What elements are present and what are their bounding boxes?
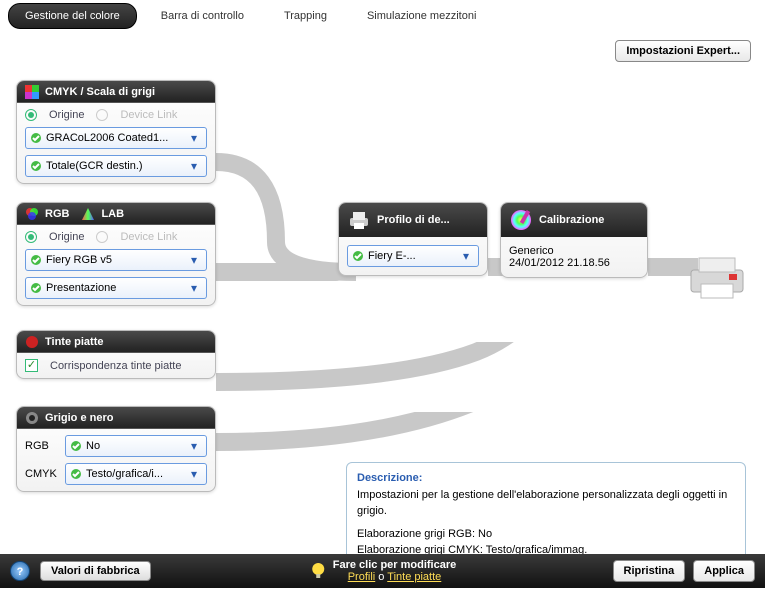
factory-defaults-button[interactable]: Valori di fabbrica (40, 561, 151, 581)
cmyk-origin-label: Origine (49, 109, 84, 121)
printer-icon (687, 252, 747, 302)
calibration-panel: Calibrazione Generico 24/01/2012 21.18.5… (500, 202, 648, 278)
chevron-down-icon: ▾ (186, 439, 202, 453)
gray-cmyk-dropdown[interactable]: Testo/grafica/i... ▾ (65, 463, 207, 485)
description-line: Impostazioni per la gestione dell'elabor… (357, 488, 735, 519)
tab-bar: Gestione del colore Barra di controllo T… (0, 0, 765, 32)
check-icon (70, 468, 82, 480)
profiles-link[interactable]: Profili (348, 571, 376, 583)
lab-title: LAB (101, 208, 124, 220)
check-icon (30, 282, 42, 294)
rgb-panel: RGB LAB Origine Device Link Fiery RGB v5… (16, 202, 216, 306)
hint-text: Fare clic per modificare (333, 559, 457, 571)
tab-control-bar[interactable]: Barra di controllo (145, 4, 260, 28)
spot-title: Tinte piatte (45, 336, 103, 348)
spot-colors-link[interactable]: Tinte piatte (387, 571, 441, 583)
cmyk-origin-radio[interactable] (25, 109, 37, 121)
rgb-icon (25, 207, 39, 221)
expert-settings-button[interactable]: Impostazioni Expert... (615, 40, 751, 62)
calibration-timestamp: 24/01/2012 21.18.56 (509, 257, 639, 269)
gray-rgb-label: RGB (25, 440, 59, 452)
chevron-down-icon: ▾ (458, 249, 474, 263)
check-icon (352, 250, 364, 262)
gray-cmyk-label: CMYK (25, 468, 59, 480)
cmyk-profile-dropdown[interactable]: GRACoL2006 Coated1... ▾ (25, 127, 207, 149)
rgb-origin-radio[interactable] (25, 231, 37, 243)
description-line: Elaborazione grigi RGB: No (357, 527, 735, 542)
rgb-intent-dropdown[interactable]: Presentazione ▾ (25, 277, 207, 299)
bottom-bar: ? Valori di fabbrica Fare clic per modif… (0, 554, 765, 588)
rgb-title: RGB (45, 208, 69, 220)
gray-rgb-dropdown[interactable]: No ▾ (65, 435, 207, 457)
tab-color-management[interactable]: Gestione del colore (8, 3, 137, 29)
hint-sep: o (375, 571, 387, 583)
printer-profile-icon (347, 208, 371, 232)
chevron-down-icon: ▾ (186, 467, 202, 481)
output-profile-title: Profilo di de... (377, 214, 450, 226)
apply-button[interactable]: Applica (693, 560, 755, 582)
cmyk-panel: CMYK / Scala di grigi Origine Device Lin… (16, 80, 216, 184)
calibration-icon (509, 208, 533, 232)
cmyk-devicelink-label: Device Link (120, 109, 177, 121)
lab-icon (81, 207, 95, 221)
rgb-origin-label: Origine (49, 231, 84, 243)
workflow-canvas: CMYK / Scala di grigi Origine Device Lin… (0, 62, 765, 562)
chevron-down-icon: ▾ (186, 281, 202, 295)
gray-title: Grigio e nero (45, 412, 113, 424)
tab-halftone[interactable]: Simulazione mezzitoni (351, 4, 492, 28)
cmyk-panel-title: CMYK / Scala di grigi (45, 86, 155, 98)
chevron-down-icon: ▾ (186, 131, 202, 145)
spot-panel: Tinte piatte Corrispondenza tinte piatte (16, 330, 216, 379)
rgb-devicelink-label: Device Link (120, 231, 177, 243)
calibration-title: Calibrazione (539, 214, 604, 226)
check-icon (30, 132, 42, 144)
lightbulb-icon (309, 562, 327, 580)
gray-panel: Grigio e nero RGB No ▾ CMYK Testo/grafic… (16, 406, 216, 492)
check-icon (70, 440, 82, 452)
spot-match-label: Corrispondenza tinte piatte (50, 360, 181, 372)
help-button[interactable]: ? (10, 561, 30, 581)
gray-icon (25, 411, 39, 425)
check-icon (30, 254, 42, 266)
restore-button[interactable]: Ripristina (613, 560, 686, 582)
tab-trapping[interactable]: Trapping (268, 4, 343, 28)
output-profile-panel: Profilo di de... Fiery E-... ▾ (338, 202, 488, 276)
rgb-profile-dropdown[interactable]: Fiery RGB v5 ▾ (25, 249, 207, 271)
spot-icon (25, 335, 39, 349)
cmyk-method-dropdown[interactable]: Totale(GCR destin.) ▾ (25, 155, 207, 177)
check-icon (30, 160, 42, 172)
description-heading: Descrizione: (357, 471, 735, 486)
rgb-devicelink-radio[interactable] (96, 231, 108, 243)
calibration-name: Generico (509, 245, 639, 257)
cmyk-devicelink-radio[interactable] (96, 109, 108, 121)
spot-match-checkbox[interactable] (25, 359, 38, 372)
cmyk-icon (25, 85, 39, 99)
chevron-down-icon: ▾ (186, 159, 202, 173)
output-profile-dropdown[interactable]: Fiery E-... ▾ (347, 245, 479, 267)
chevron-down-icon: ▾ (186, 253, 202, 267)
